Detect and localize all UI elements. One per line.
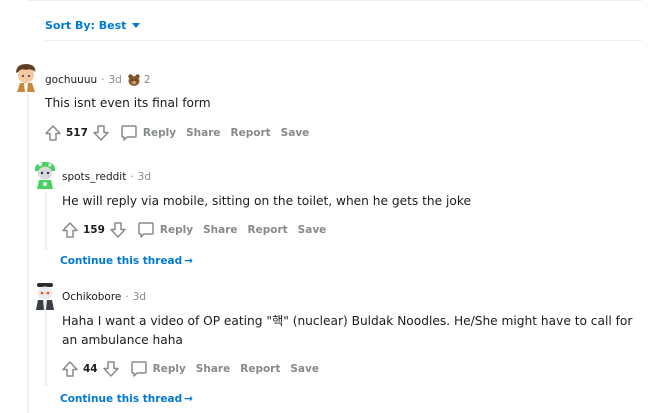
save-button[interactable]: Save: [281, 127, 310, 139]
reply-button[interactable]: Reply: [137, 221, 193, 239]
comment-meta: Ochikobore · 3d: [62, 291, 146, 303]
bear-award-icon: [128, 74, 140, 86]
sort-dropdown[interactable]: Sort By: Best: [45, 19, 141, 32]
share-label: Share: [203, 224, 238, 236]
comment-text: Haha I want a video of OP eating "핵" (nu…: [62, 314, 633, 347]
report-button[interactable]: Report: [248, 224, 288, 236]
share-button[interactable]: Share: [203, 224, 237, 236]
separator-dot: ·: [101, 74, 105, 86]
save-button[interactable]: Save: [290, 363, 319, 375]
arrow-right-icon: →: [184, 393, 193, 405]
downvote-icon[interactable]: [102, 360, 120, 378]
continue-thread-label: Continue this thread: [60, 255, 183, 267]
comment-bubble-icon: [130, 361, 147, 377]
downvote-icon[interactable]: [92, 124, 110, 142]
top-divider: [28, 0, 642, 1]
save-label: Save: [297, 224, 327, 236]
avatar[interactable]: [31, 280, 57, 310]
report-button[interactable]: Report: [240, 363, 280, 375]
thread-line[interactable]: [27, 94, 29, 413]
sort-label: Sort By: Best: [45, 19, 127, 32]
report-label: Report: [230, 127, 271, 139]
upvote-icon[interactable]: [61, 221, 79, 239]
continue-thread-link[interactable]: Continue this thread →: [60, 393, 193, 405]
username[interactable]: Ochikobore: [62, 291, 121, 303]
thread-line[interactable]: [45, 192, 47, 250]
continue-thread-label: Continue this thread: [60, 393, 183, 405]
share-label: Share: [195, 363, 231, 375]
separator-dot: ·: [130, 171, 134, 183]
avatar[interactable]: [31, 159, 57, 189]
comment-text: This isnt even its final form: [45, 96, 211, 110]
username[interactable]: spots_reddit: [62, 171, 126, 183]
save-label: Save: [290, 363, 319, 375]
share-button[interactable]: Share: [196, 363, 230, 375]
share-label: Share: [186, 127, 221, 139]
save-button[interactable]: Save: [298, 224, 327, 236]
vote-group: 44: [61, 360, 120, 378]
avatar[interactable]: [12, 62, 38, 92]
reply-label: Reply: [142, 127, 177, 139]
award[interactable]: 2: [127, 73, 151, 87]
vote-count: 517: [66, 127, 88, 139]
avatar-image: [36, 283, 54, 310]
comment-meta: spots_reddit · 3d: [62, 171, 151, 183]
comment-text: He will reply via mobile, sitting on the…: [62, 194, 471, 208]
timestamp[interactable]: 3d: [133, 291, 146, 303]
caret-down-icon: [132, 23, 141, 28]
save-label: Save: [280, 127, 310, 139]
upvote-icon[interactable]: [61, 360, 79, 378]
vote-group: 159: [61, 221, 127, 239]
share-button[interactable]: Share: [186, 127, 220, 139]
report-label: Report: [240, 363, 281, 375]
vote-count: 159: [83, 224, 105, 236]
arrow-right-icon: →: [184, 255, 193, 267]
comment-actions: 44 Reply Share Report Save: [61, 360, 319, 378]
reply-label: Reply: [159, 224, 194, 236]
upvote-icon[interactable]: [44, 124, 62, 142]
comment-bubble-icon: [138, 222, 154, 238]
comment-meta: gochuuuu · 3d 2: [45, 73, 151, 87]
continue-thread-link[interactable]: Continue this thread →: [60, 255, 193, 267]
vote-count: 44: [83, 363, 98, 375]
comment-actions: 159 Reply Share Report Save: [61, 221, 326, 239]
downvote-icon[interactable]: [109, 221, 127, 239]
report-button[interactable]: Report: [231, 127, 271, 139]
award-count: 2: [143, 74, 151, 86]
timestamp[interactable]: 3d: [138, 171, 151, 183]
report-label: Report: [247, 224, 288, 236]
reply-button[interactable]: Reply: [120, 124, 176, 142]
separator-dot: ·: [125, 291, 129, 303]
avatar-image: [16, 64, 36, 92]
vote-group: 517: [44, 124, 110, 142]
avatar-image: [34, 162, 56, 189]
thread-line[interactable]: [45, 312, 47, 386]
sort-divider: [45, 40, 642, 41]
reply-label: Reply: [152, 363, 186, 375]
reply-button[interactable]: Reply: [130, 360, 186, 378]
comment-actions: 517 Reply Share Report Save: [44, 124, 309, 142]
comment-bubble-icon: [121, 125, 137, 141]
timestamp[interactable]: 3d: [108, 74, 121, 86]
username[interactable]: gochuuuu: [45, 74, 97, 86]
